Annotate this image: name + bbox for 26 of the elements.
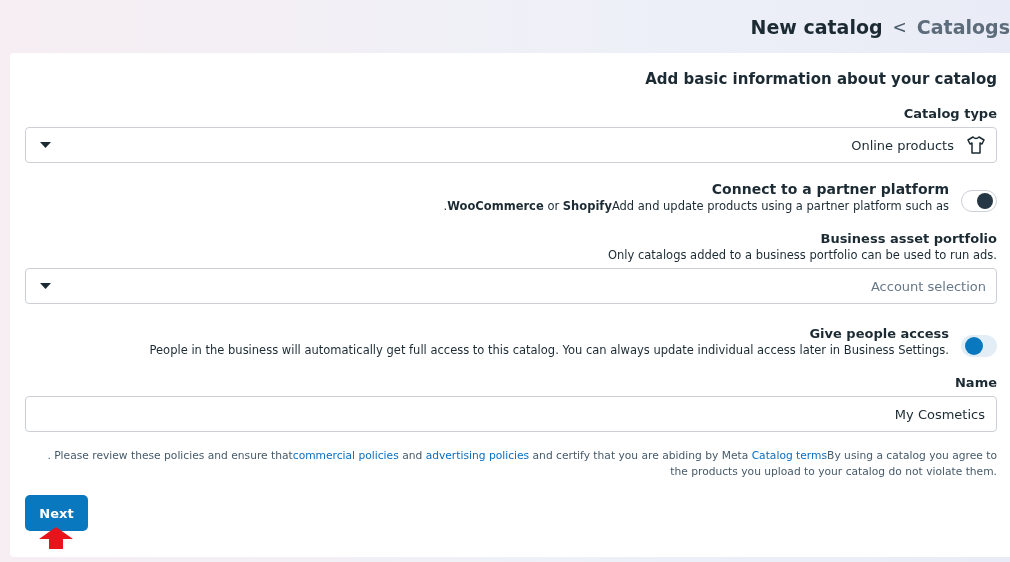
policy-link[interactable]: commercial policies	[292, 449, 399, 462]
caret-icon	[40, 283, 51, 289]
portfolio-dropdown[interactable]: Account selection	[25, 268, 997, 304]
field-label: Name	[954, 375, 997, 390]
form-heading: Add basic information about your catalog	[644, 70, 997, 88]
breadcrumb-separator: <	[892, 16, 907, 37]
toggle-description: .WooCommerce or ShopifyAdd and update products using a partner platform such as	[443, 199, 949, 213]
catalog-type-dropdown[interactable]: Online products	[25, 127, 997, 163]
breadcrumb-link[interactable]: Catalogs	[916, 15, 1010, 38]
caret-icon	[40, 142, 51, 148]
policy-link[interactable]: Catalog terms	[751, 449, 828, 462]
toggle-label: Give people access	[808, 326, 949, 341]
next-button[interactable]: Next	[25, 495, 88, 531]
field-description: Only catalogs added to a business portfolio can be used to run ads.	[607, 248, 997, 262]
toggle-label: Connect to a partner platform	[710, 181, 949, 197]
toggle-description: People in the business will automatically get full access to this catalog. You can always update individual access later in Business Settings.	[149, 343, 949, 357]
field-label: Catalog type	[902, 106, 997, 121]
name-input[interactable]: My Cosmetics	[25, 396, 997, 432]
toggle-switch[interactable]	[961, 190, 997, 212]
breadcrumb-current: New catalog	[750, 15, 883, 38]
field-label: Business asset portfolio	[819, 231, 997, 246]
toggle-switch[interactable]	[961, 334, 997, 357]
t-shirt-icon	[966, 135, 986, 155]
policy-link[interactable]: advertising policies	[425, 449, 530, 462]
arrow-icon	[39, 527, 73, 549]
terms-text: . Please review these policies and ensure thatcommercial policies and advertising policies and certify that you are abiding by Meta Catalog termsBy using a catalog you agree to the products you upload to your catalog do not violate them.	[46, 448, 997, 480]
